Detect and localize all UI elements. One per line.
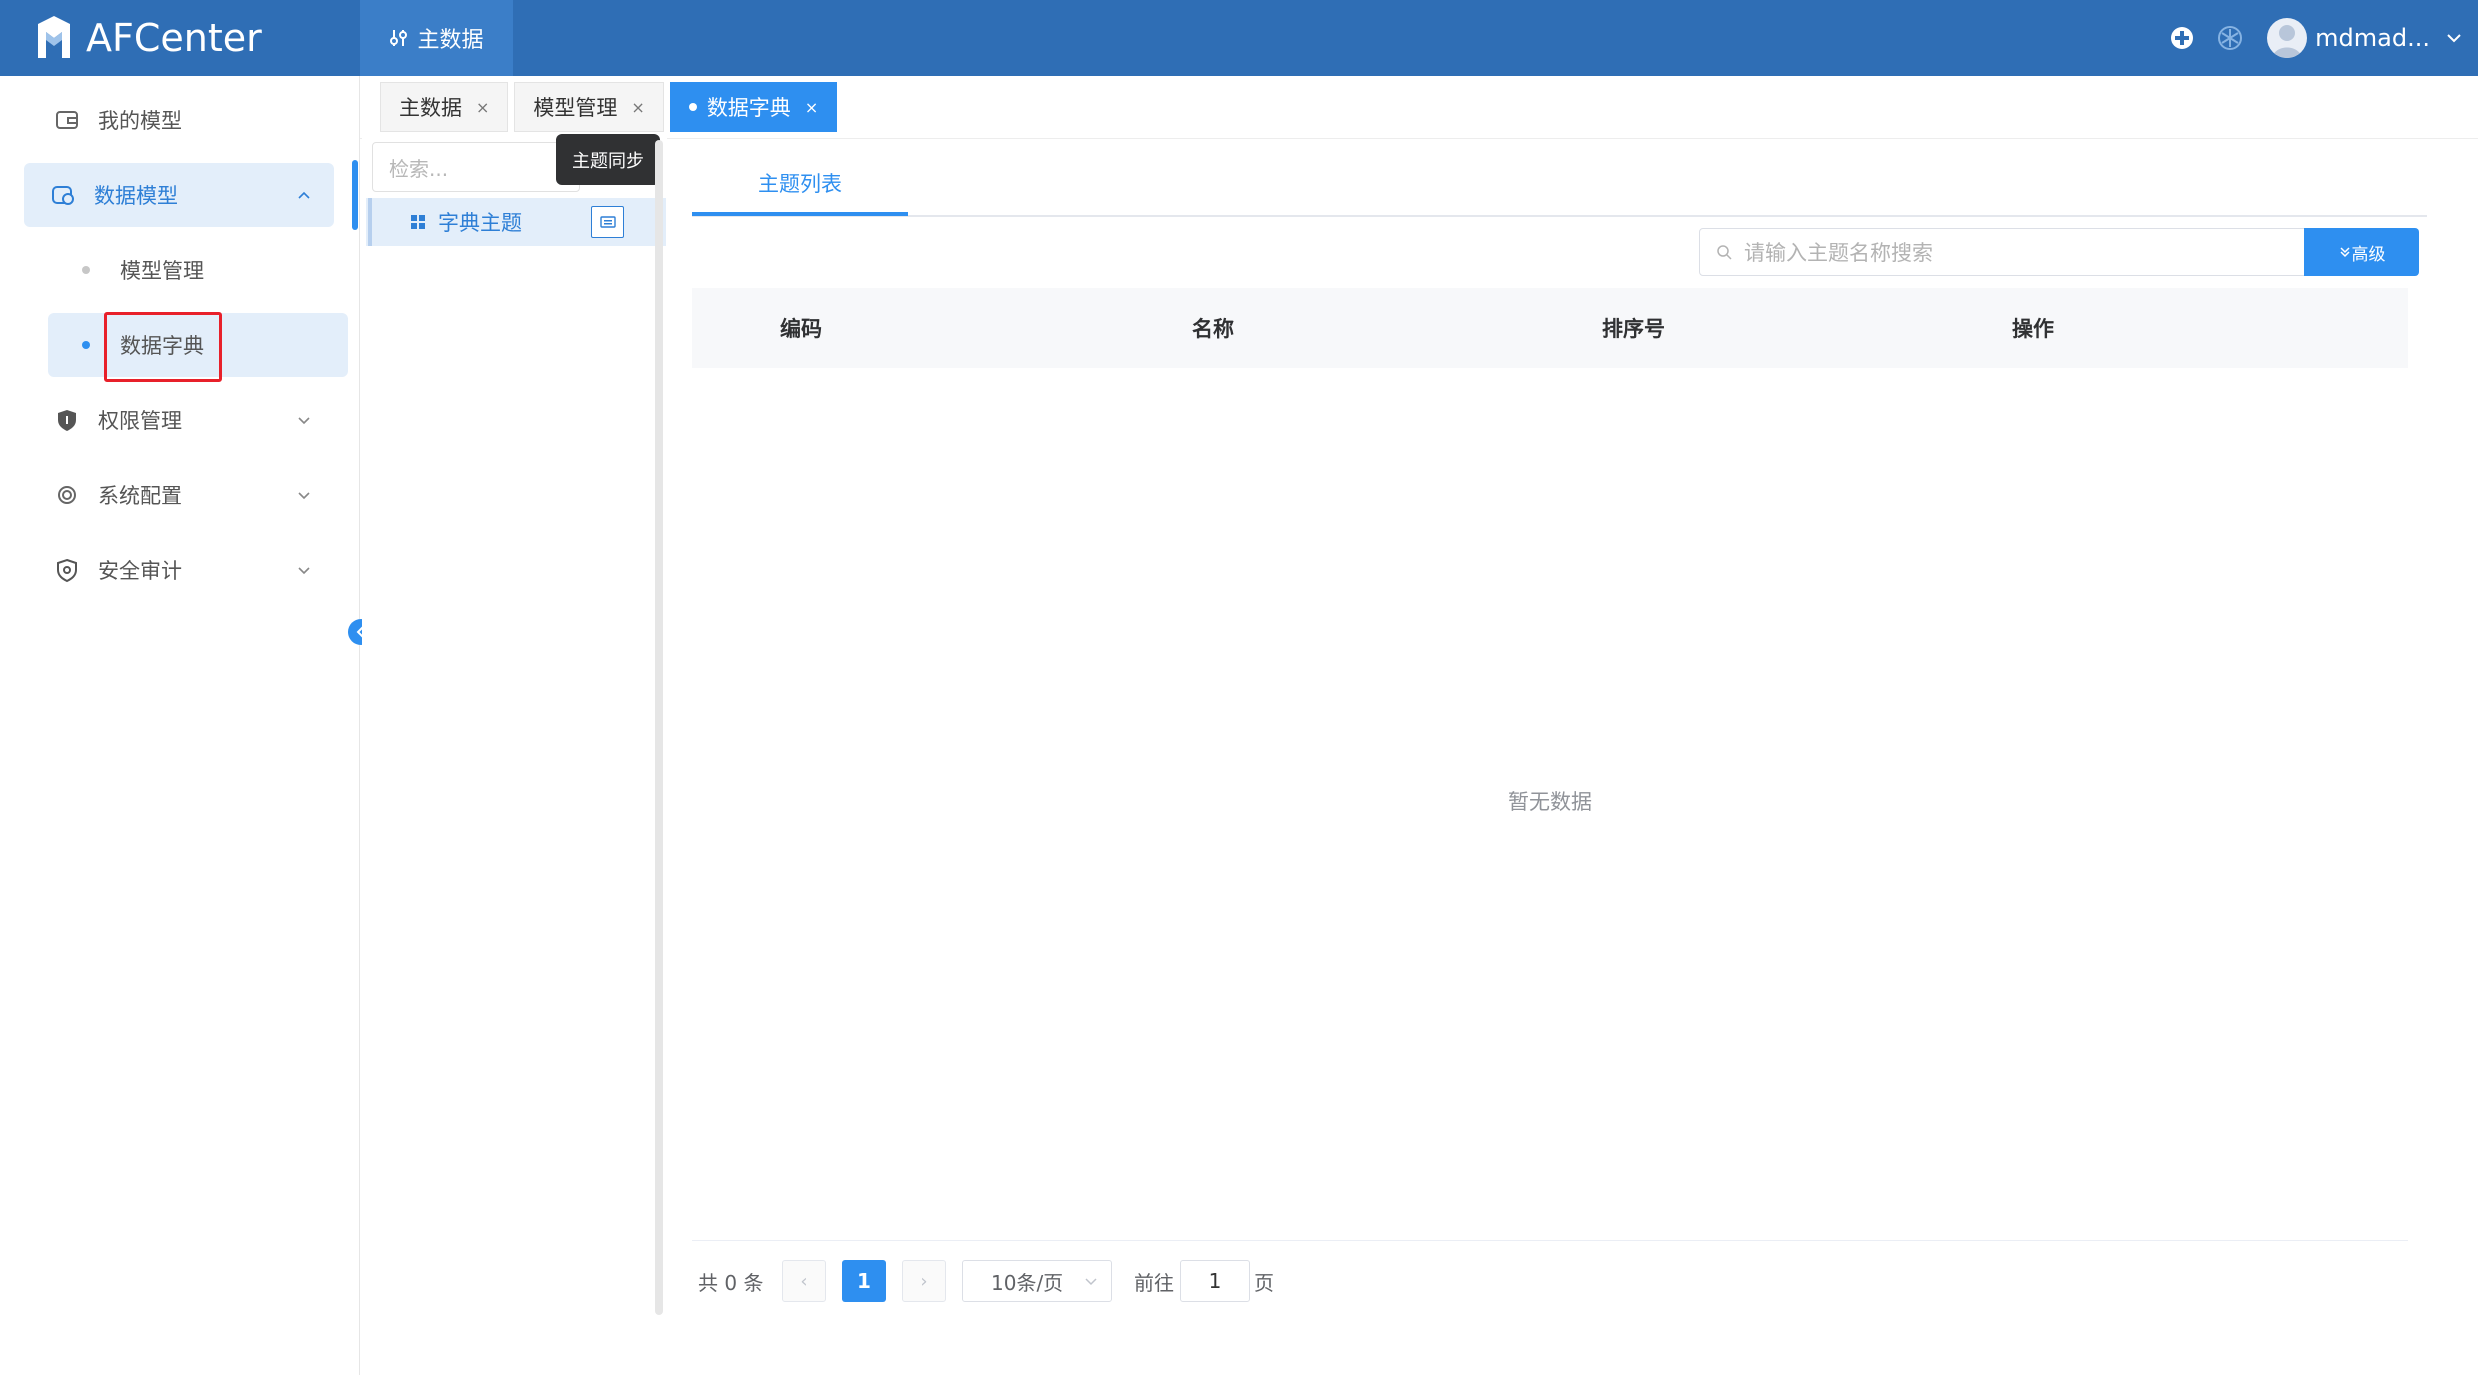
sidebar-subitem-model-management[interactable]: 模型管理 (48, 238, 348, 302)
page-tabs: 主数据 × 模型管理 × 数据字典 × (380, 82, 843, 132)
column-header-code[interactable]: 编码 (780, 288, 822, 368)
advanced-search-button[interactable]: 高级 (2304, 228, 2419, 276)
advanced-button-label: 高级 (2351, 244, 2386, 265)
active-indicator (352, 160, 358, 230)
column-header-sort-number[interactable]: 排序号 (1602, 288, 1665, 368)
double-chevron-down-icon (2339, 247, 2350, 258)
page-suffix-label: 页 (1254, 1270, 1274, 1295)
tree-scrollbar[interactable] (655, 140, 663, 1315)
close-icon[interactable]: × (631, 98, 644, 117)
page-size-select[interactable]: 10条/页 (962, 1260, 1112, 1302)
chevron-up-icon (298, 191, 310, 199)
app-logo[interactable]: AFCenter (34, 12, 262, 64)
empty-state: 暂无数据 (1508, 790, 1592, 814)
tab-active-underline (692, 212, 908, 216)
pagination-total: 共 0 条 (698, 1270, 764, 1295)
sliders-icon (390, 30, 408, 46)
chevron-down-icon[interactable] (2444, 28, 2464, 48)
sidebar-item-label: 权限管理 (98, 409, 182, 433)
highlight-box (104, 312, 222, 382)
tab-label: 主数据 (399, 96, 462, 120)
chevron-down-icon (298, 567, 310, 575)
app-title: AFCenter (86, 16, 262, 60)
support-icon[interactable] (2167, 23, 2197, 53)
sidebar-item-security-audit[interactable]: 安全审计 (24, 538, 334, 602)
tab-data-dictionary[interactable]: 数据字典 × (669, 82, 838, 132)
chevron-down-icon (298, 492, 310, 500)
sidebar-item-label: 我的模型 (98, 109, 182, 133)
database-icon (52, 186, 74, 205)
sync-topic-button[interactable] (591, 206, 624, 238)
user-avatar-icon (2272, 25, 2303, 58)
column-header-actions: 操作 (2012, 317, 2054, 341)
active-dot (688, 103, 697, 111)
tab-topic-list[interactable]: 主题列表 (692, 150, 908, 216)
chevron-down-icon (1085, 1278, 1097, 1286)
tree-search-input[interactable]: 检索... (372, 142, 580, 192)
sidebar-item-system-config[interactable]: 系统配置 (24, 463, 334, 527)
top-menu-main-data[interactable]: 主数据 (360, 0, 513, 76)
divider (692, 1240, 2408, 1241)
prev-page-button[interactable]: ‹ (782, 1260, 826, 1302)
shield-icon (58, 410, 76, 431)
tab-model-management[interactable]: 模型管理 × (514, 82, 664, 132)
tab-main-data[interactable]: 主数据 × (380, 82, 509, 132)
column-header-name[interactable]: 名称 (1192, 288, 1234, 368)
bullet-dot (82, 341, 90, 349)
chip-icon (58, 486, 76, 504)
tree-panel (362, 138, 667, 1328)
tree-node-indicator (368, 198, 372, 246)
sidebar-item-permission[interactable]: 权限管理 (24, 388, 334, 452)
top-menu-label: 主数据 (417, 28, 484, 53)
logo-icon (38, 16, 70, 58)
sidebar-item-label: 系统配置 (98, 484, 182, 508)
wallet-icon (56, 111, 78, 129)
search-icon (1717, 245, 1732, 260)
sidebar-item-label: 安全审计 (98, 559, 182, 583)
page-number-current[interactable]: 1 (842, 1260, 886, 1302)
tab-label: 模型管理 (533, 96, 618, 120)
avatar[interactable] (2267, 18, 2308, 58)
goto-page-input[interactable]: 1 (1180, 1260, 1250, 1302)
page-size-value: 10条/页 (991, 1270, 1064, 1295)
grid-icon (411, 215, 425, 229)
close-icon[interactable]: × (805, 98, 818, 117)
next-page-button[interactable]: › (902, 1260, 946, 1302)
sync-icon (599, 216, 616, 228)
sidebar-item-my-models[interactable]: 我的模型 (24, 88, 334, 152)
close-icon[interactable]: × (476, 98, 489, 117)
bullet-dot (82, 266, 90, 274)
table-header (692, 288, 2408, 368)
topic-search-input[interactable]: 请输入主题名称搜索 (1699, 228, 2305, 276)
shield-check-icon (57, 558, 77, 583)
sidebar-item-data-model[interactable]: 数据模型 (24, 163, 334, 227)
tree-node-label: 字典主题 (438, 211, 522, 235)
sidebar-item-label: 数据模型 (94, 184, 178, 208)
user-name[interactable]: mdmad... (2315, 24, 2430, 52)
ai-assistant-icon[interactable] (2215, 23, 2245, 53)
tab-label: 数据字典 (706, 96, 791, 120)
goto-label: 前往 (1134, 1270, 1174, 1295)
sidebar-subitem-label: 模型管理 (120, 259, 204, 283)
tab-rule (692, 215, 2427, 217)
chevron-down-icon (298, 417, 310, 425)
divider (360, 138, 2478, 139)
tooltip: 主题同步 (556, 134, 660, 185)
search-placeholder: 请输入主题名称搜索 (1744, 241, 1933, 265)
top-right-toolbar: mdmad... (2167, 0, 2478, 76)
